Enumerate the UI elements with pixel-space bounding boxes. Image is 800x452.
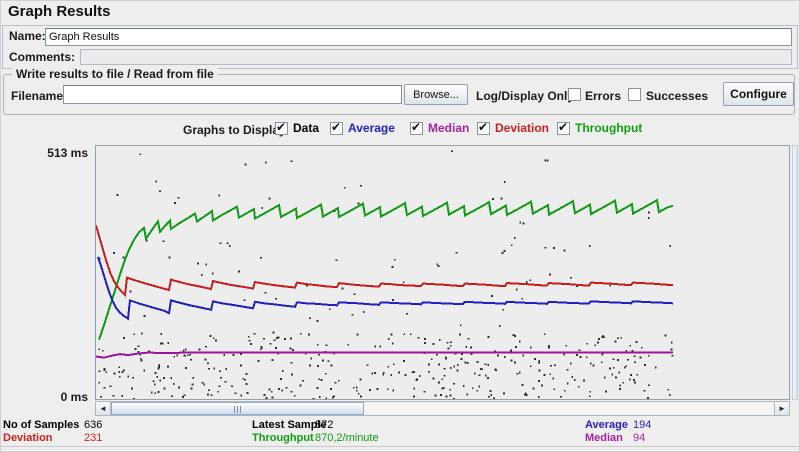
deviation-option-label: Deviation [495, 121, 550, 135]
median-label: Median [585, 432, 623, 444]
name-label: Name: [9, 29, 46, 43]
scroll-left-arrow-icon: ◄ [99, 404, 107, 413]
no-of-samples-value: 636 [84, 419, 103, 431]
graph-canvas [96, 150, 674, 399]
median-value: 94 [633, 432, 646, 444]
throughput-checkbox-icon[interactable] [557, 120, 570, 135]
deviation-label: Deviation [3, 432, 53, 444]
scroll-left-button[interactable]: ◄ [96, 402, 111, 415]
vertical-scrollbar[interactable] [792, 145, 798, 400]
average-value: 194 [633, 419, 652, 431]
throughput-value: 870,2/minute [315, 432, 379, 444]
horizontal-scrollbar[interactable]: ◄ ► [95, 401, 790, 416]
scroll-right-arrow-icon: ► [778, 404, 786, 413]
scrollbar-track[interactable] [111, 402, 774, 415]
successes-checkbox-label[interactable]: Successes [646, 89, 708, 103]
y-axis-max-label: 513 ms [47, 146, 88, 160]
errors-checkbox[interactable] [568, 88, 581, 101]
scrollbar-thumb[interactable] [111, 402, 364, 415]
filename-label: Filename [11, 89, 64, 103]
data-option-label: Data [293, 121, 320, 135]
average-option-label: Average [348, 121, 395, 135]
errors-checkbox-label[interactable]: Errors [585, 89, 621, 103]
graph-option-average[interactable]: Average [330, 120, 395, 135]
page-title: Graph Results [8, 3, 111, 20]
comments-label: Comments: [9, 50, 76, 64]
graph-option-median[interactable]: Median [410, 120, 470, 135]
throughput-option-label: Throughput [575, 121, 643, 135]
y-axis-min-label: 0 ms [60, 390, 88, 404]
graph-option-deviation[interactable]: Deviation [477, 120, 550, 135]
browse-button[interactable]: Browse... [404, 84, 468, 105]
average-checkbox-icon[interactable] [330, 120, 343, 135]
filename-input[interactable] [63, 85, 402, 104]
median-checkbox-icon[interactable] [410, 120, 423, 135]
comments-input[interactable] [80, 49, 792, 65]
results-file-group-title: Write results to file / Read from file [12, 67, 218, 81]
results-file-group: Write results to file / Read from file F… [3, 67, 795, 115]
name-comments-panel: Name: Comments: [2, 25, 798, 69]
scroll-right-button[interactable]: ► [774, 402, 789, 415]
name-input[interactable] [45, 28, 792, 46]
graphs-to-display-label: Graphs to Display [183, 123, 286, 137]
configure-button[interactable]: Configure [723, 82, 794, 106]
deviation-checkbox-icon[interactable] [477, 120, 490, 135]
graph-plot [95, 145, 790, 400]
graph-results-window: Graph Results Name: Comments: Write resu… [0, 0, 800, 452]
bottom-divider [0, 446, 800, 447]
average-label: Average [585, 419, 629, 431]
median-option-label: Median [428, 121, 470, 135]
graph-option-data[interactable]: Data [275, 120, 320, 135]
successes-checkbox[interactable] [628, 88, 641, 101]
data-checkbox-icon[interactable] [275, 120, 288, 135]
log-display-only-label: Log/Display Only: [476, 89, 579, 103]
thumb-grip-icon [233, 406, 242, 413]
graph-option-throughput[interactable]: Throughput [557, 120, 643, 135]
deviation-value: 231 [84, 432, 103, 444]
throughput-label: Throughput [252, 432, 314, 444]
latest-sample-value: 872 [315, 419, 334, 431]
no-of-samples-label: No of Samples [3, 419, 80, 431]
